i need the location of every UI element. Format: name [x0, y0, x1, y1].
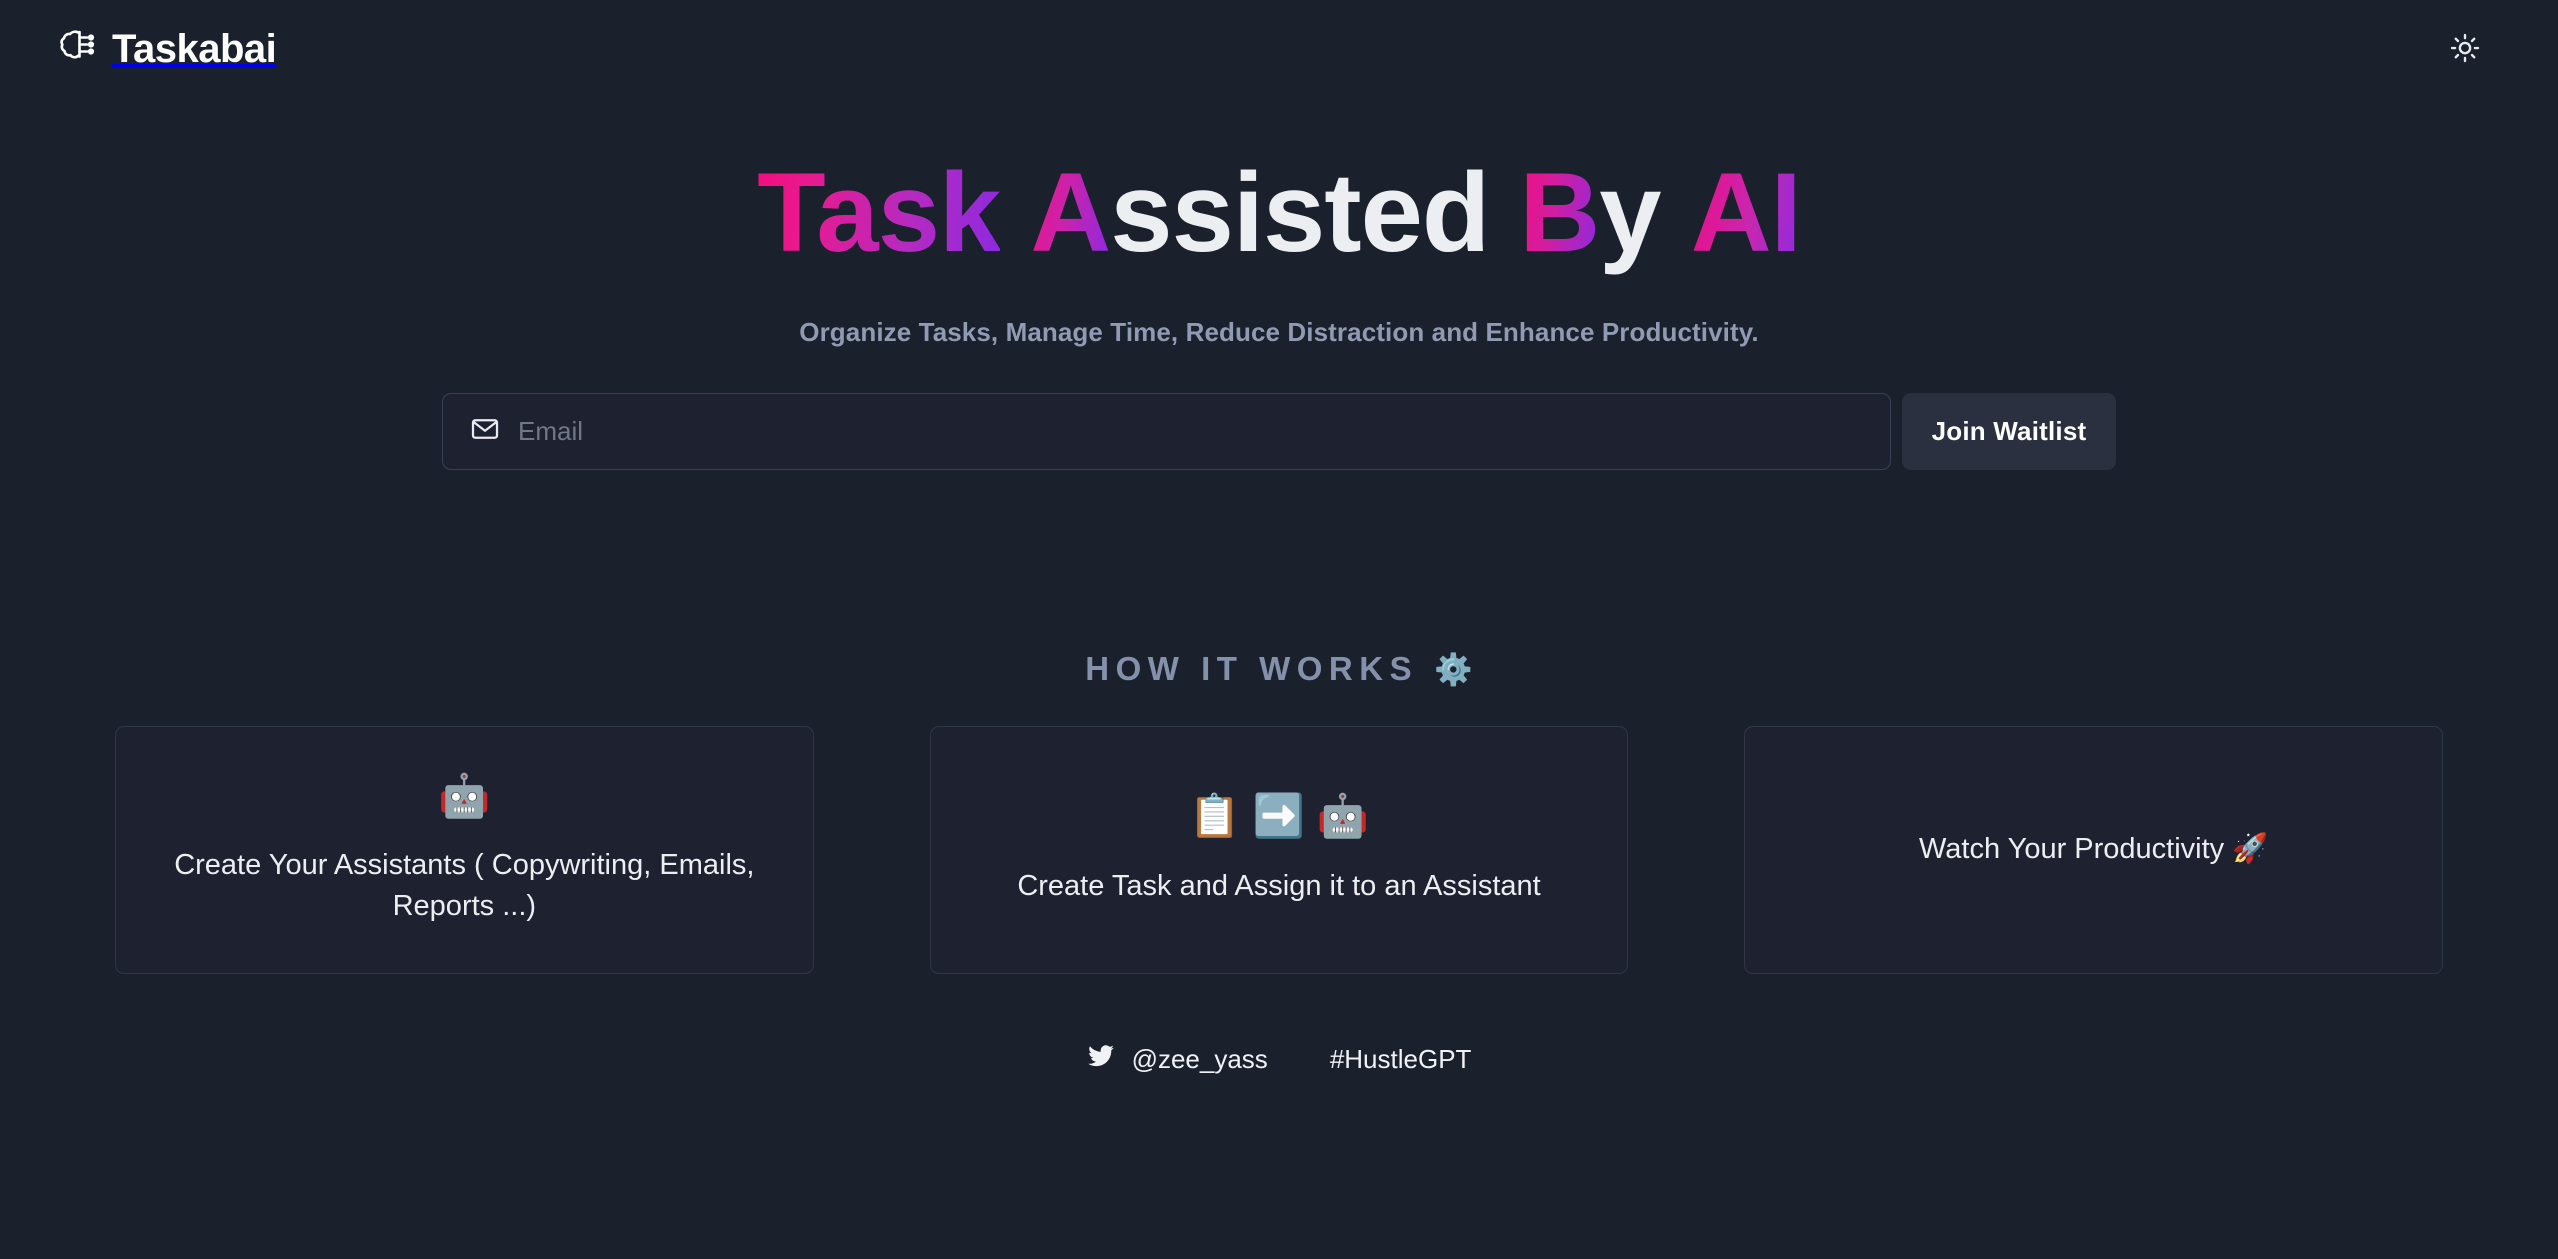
hashtag-link[interactable]: #HustleGPT — [1330, 1044, 1472, 1075]
section-title-label: HOW IT WORKS — [1085, 650, 1419, 687]
how-it-works-cards: 🤖 Create Your Assistants ( Copywriting, … — [0, 726, 2558, 974]
brain-circuit-icon — [58, 23, 108, 73]
headline-part-b: B — [1519, 150, 1600, 275]
card-2-emoji: 📋 ➡️ 🤖 — [1188, 792, 1370, 840]
section-title: HOW IT WORKS ⚙️ — [0, 650, 2558, 688]
headline-part-a: A — [1030, 150, 1111, 275]
how-it-works-card-3[interactable]: Watch Your Productivity 🚀 — [1744, 726, 2444, 974]
email-field[interactable] — [442, 393, 1891, 471]
how-it-works-card-1[interactable]: 🤖 Create Your Assistants ( Copywriting, … — [115, 726, 814, 974]
headline-space-1 — [1000, 150, 1030, 275]
card-1-emoji: 🤖 — [438, 771, 491, 819]
twitter-handle-link[interactable]: @zee_yass — [1087, 1042, 1268, 1077]
brand-name: Taskabai — [112, 27, 277, 71]
theme-toggle-button[interactable] — [2442, 25, 2488, 71]
headline-part-task: Task — [757, 150, 1001, 275]
waitlist-form: Join Waitlist — [0, 393, 2558, 471]
gear-icon: ⚙️ — [1434, 651, 1473, 687]
card-3-text: Watch Your Productivity 🚀 — [1919, 833, 2269, 866]
headline-part-ssisted: ssisted — [1110, 150, 1490, 275]
envelope-icon — [470, 414, 500, 449]
page-title: Task Assisted By AI — [0, 150, 2558, 275]
how-it-works-section: HOW IT WORKS ⚙️ 🤖 Create Your Assistants… — [0, 650, 2558, 974]
headline-part-ai: AI — [1690, 150, 1802, 275]
email-input[interactable] — [518, 394, 1863, 470]
page-subtitle: Organize Tasks, Manage Time, Reduce Dist… — [799, 317, 1759, 348]
card-1-text: Create Your Assistants ( Copywriting, Em… — [174, 848, 755, 923]
card-2-text: Create Task and Assign it to an Assistan… — [1017, 869, 1541, 902]
how-it-works-card-2[interactable]: 📋 ➡️ 🤖 Create Task and Assign it to an A… — [929, 726, 1629, 974]
sun-icon — [2450, 33, 2480, 63]
brand-logo[interactable]: Taskabai — [58, 18, 277, 78]
hero-section: Task Assisted By AI Organize Tasks, Mana… — [0, 150, 2558, 471]
twitter-bird-icon — [1087, 1042, 1115, 1077]
headline-part-y: y — [1599, 150, 1661, 275]
join-waitlist-button[interactable]: Join Waitlist — [1902, 393, 2116, 471]
headline-space-3 — [1661, 150, 1691, 275]
site-header: Taskabai — [0, 0, 2558, 96]
headline-space-2 — [1489, 150, 1519, 275]
twitter-handle-text: @zee_yass — [1131, 1044, 1268, 1074]
footer: @zee_yass #HustleGPT — [0, 1042, 2558, 1077]
